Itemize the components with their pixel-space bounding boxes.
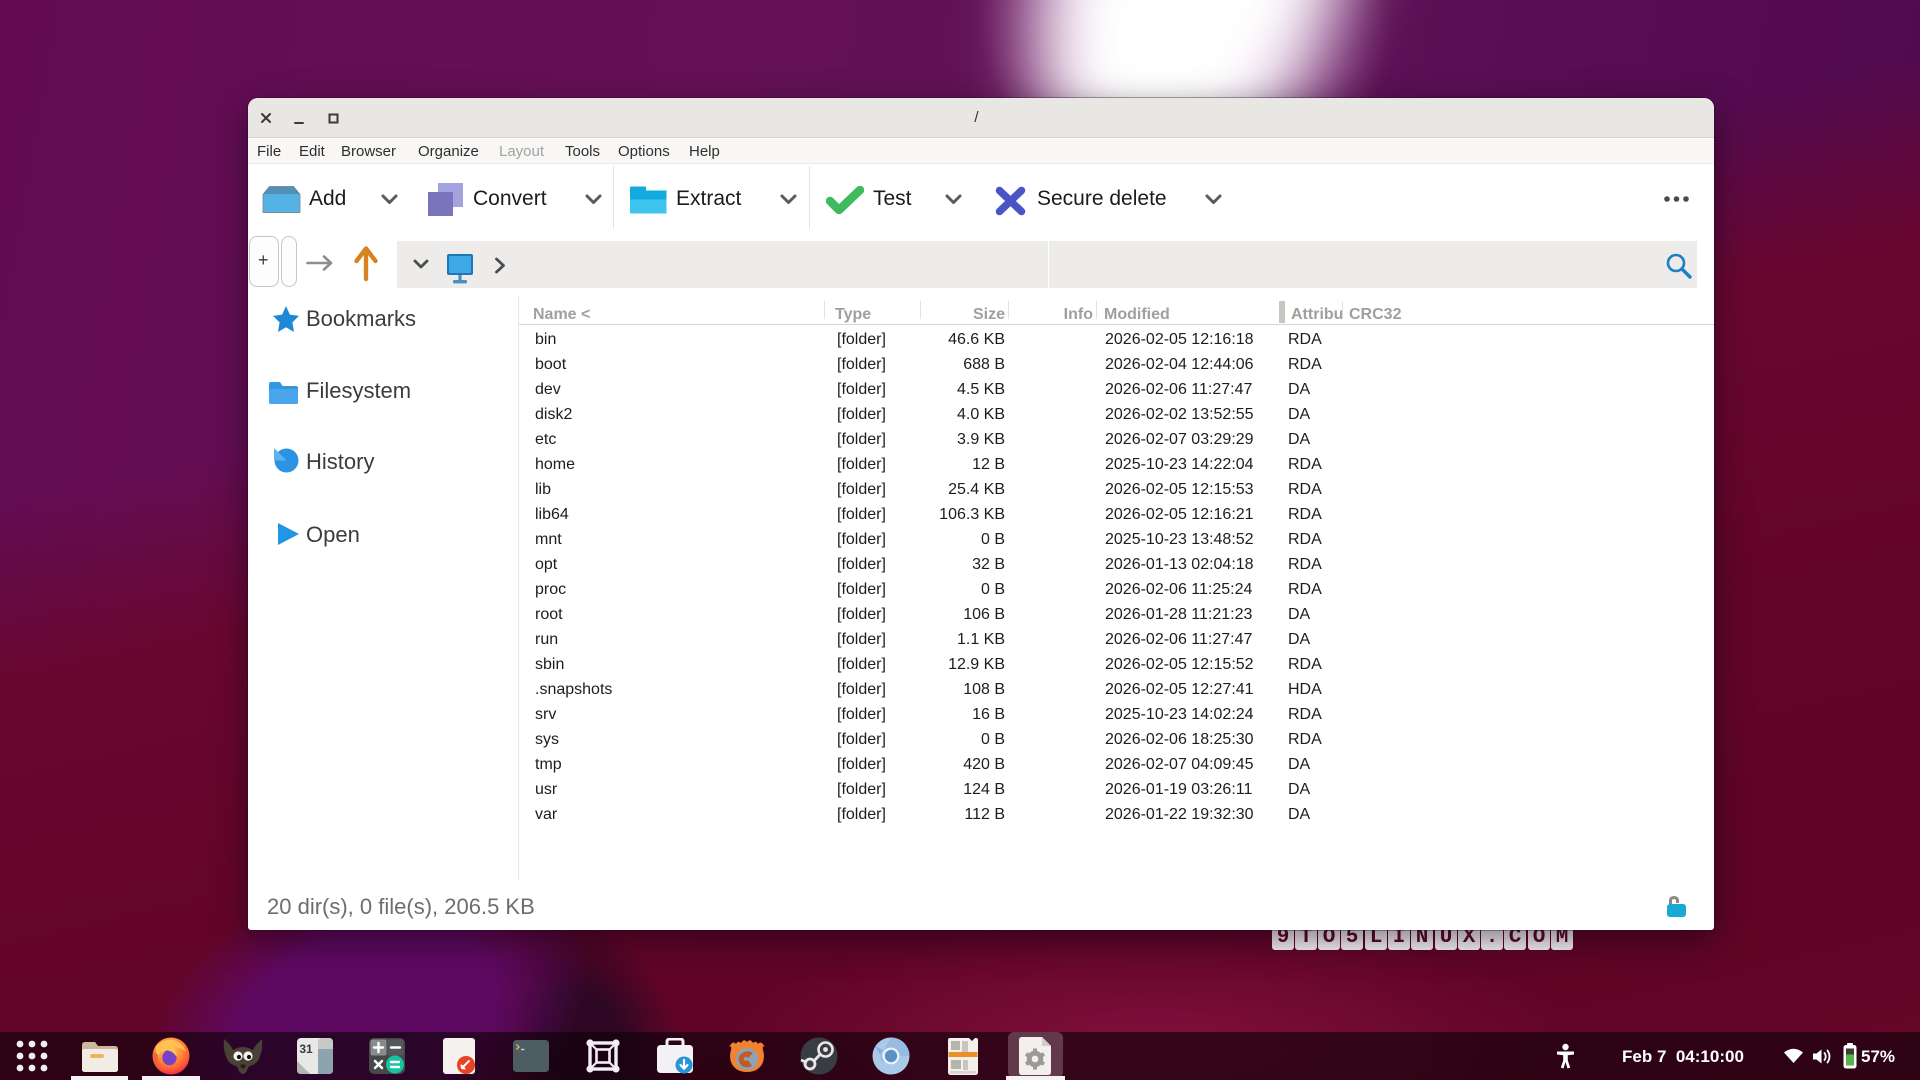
svg-text:31: 31 — [299, 1042, 313, 1056]
